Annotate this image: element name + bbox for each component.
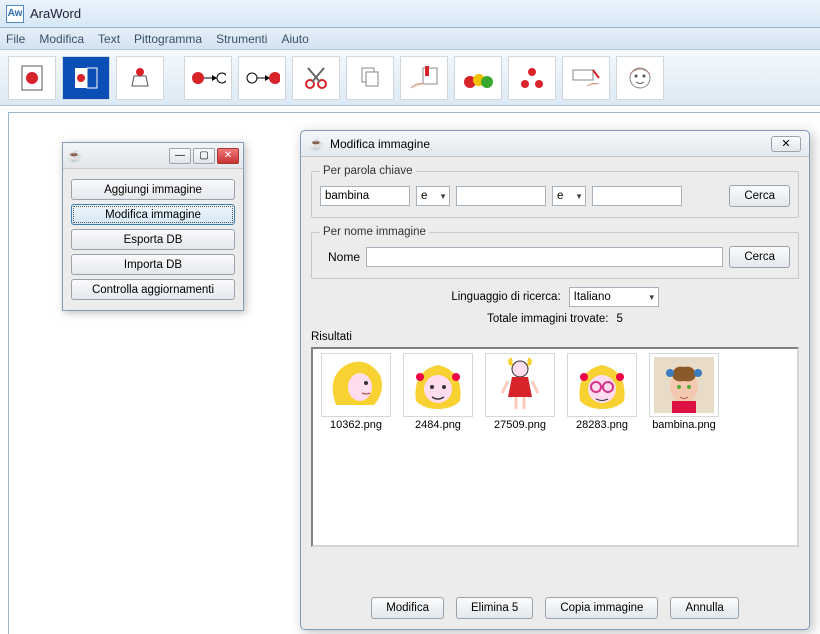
- result-item[interactable]: 27509.png: [481, 353, 559, 431]
- results-label: Risultati: [311, 331, 799, 343]
- toolbar-btn-face[interactable]: [616, 56, 664, 100]
- titlebar: Aw AraWord: [0, 0, 820, 28]
- export-db-button[interactable]: Esporta DB: [71, 229, 235, 250]
- girl-body-icon: [485, 353, 555, 417]
- modify-button[interactable]: Modifica: [371, 597, 444, 619]
- copy-image-button[interactable]: Copia immagine: [545, 597, 658, 619]
- name-search-group: Per nome immagine Nome Cerca: [311, 226, 799, 279]
- app-title: AraWord: [30, 6, 81, 21]
- dialog-title: Modifica immagine: [330, 137, 430, 151]
- keyword-search-button[interactable]: Cerca: [729, 185, 790, 207]
- keyword-field-2[interactable]: [456, 186, 546, 206]
- total-value: 5: [617, 313, 623, 325]
- results-grid[interactable]: 10362.png 2484.png 27509.png 28283.png b…: [311, 347, 799, 547]
- keyword-field-1[interactable]: [320, 186, 410, 206]
- keyword-field-3[interactable]: [592, 186, 682, 206]
- result-item[interactable]: 2484.png: [399, 353, 477, 431]
- panel-maximize-button[interactable]: ▢: [193, 148, 215, 164]
- keyword-op-2[interactable]: e: [552, 186, 586, 206]
- toolbar-btn-write[interactable]: [562, 56, 610, 100]
- girl-profile-icon: [321, 353, 391, 417]
- menu-pittogramma[interactable]: Pittogramma: [134, 32, 202, 46]
- panel-minimize-button[interactable]: —: [169, 148, 191, 164]
- girl-face-icon: [403, 353, 473, 417]
- toolbar-btn-4[interactable]: [184, 56, 232, 100]
- check-updates-button[interactable]: Controlla aggiornamenti: [71, 279, 235, 300]
- panel-titlebar: ☕ — ▢ ✕: [63, 143, 243, 169]
- result-item[interactable]: bambina.png: [645, 353, 723, 431]
- import-db-button[interactable]: Importa DB: [71, 254, 235, 275]
- keyword-search-group: Per parola chiave e e Cerca: [311, 165, 799, 218]
- toolbar-btn-apple-grid[interactable]: [508, 56, 556, 100]
- menu-strumenti[interactable]: Strumenti: [216, 32, 267, 46]
- menu-file[interactable]: File: [6, 32, 25, 46]
- girl-glasses-icon: [567, 353, 637, 417]
- toolbar-btn-copy[interactable]: [346, 56, 394, 100]
- result-caption: 27509.png: [494, 419, 546, 431]
- toolbar-btn-paste[interactable]: [400, 56, 448, 100]
- name-field[interactable]: [366, 247, 723, 267]
- result-caption: 10362.png: [330, 419, 382, 431]
- language-label: Linguaggio di ricerca:: [451, 291, 560, 303]
- panel-close-button[interactable]: ✕: [217, 148, 239, 164]
- delete-button[interactable]: Elimina 5: [456, 597, 533, 619]
- name-legend: Per nome immagine: [320, 226, 429, 238]
- result-item[interactable]: 10362.png: [317, 353, 395, 431]
- dialog-close-button[interactable]: ✕: [771, 136, 801, 152]
- app-logo-icon: Aw: [6, 5, 24, 23]
- dialog-titlebar: ☕ Modifica immagine ✕: [301, 131, 809, 157]
- menubar: File Modifica Text Pittogramma Strumenti…: [0, 28, 820, 50]
- menu-aiuto[interactable]: Aiuto: [281, 32, 308, 46]
- toolbar-btn-apples[interactable]: [454, 56, 502, 100]
- modify-image-button[interactable]: Modifica immagine: [71, 204, 235, 225]
- image-db-panel: ☕ — ▢ ✕ Aggiungi immagine Modifica immag…: [62, 142, 244, 311]
- total-label: Totale immagini trovate:: [487, 313, 608, 325]
- menu-text[interactable]: Text: [98, 32, 120, 46]
- java-icon: ☕: [67, 149, 82, 163]
- result-caption: bambina.png: [652, 419, 716, 431]
- result-caption: 2484.png: [415, 419, 461, 431]
- keyword-legend: Per parola chiave: [320, 165, 416, 177]
- girl-photo-icon: [649, 353, 719, 417]
- java-icon: ☕: [309, 137, 324, 151]
- add-image-button[interactable]: Aggiungi immagine: [71, 179, 235, 200]
- result-caption: 28283.png: [576, 419, 628, 431]
- name-label: Nome: [320, 250, 360, 264]
- language-select[interactable]: Italiano: [569, 287, 659, 307]
- name-search-button[interactable]: Cerca: [729, 246, 790, 268]
- modify-image-dialog: ☕ Modifica immagine ✕ Per parola chiave …: [300, 130, 810, 630]
- toolbar-btn-scissors[interactable]: [292, 56, 340, 100]
- toolbar-btn-5[interactable]: [238, 56, 286, 100]
- toolbar-btn-1[interactable]: [8, 56, 56, 100]
- toolbar-btn-2[interactable]: [62, 56, 110, 100]
- toolbar: [0, 50, 820, 106]
- toolbar-btn-3[interactable]: [116, 56, 164, 100]
- keyword-op-1[interactable]: e: [416, 186, 450, 206]
- menu-modifica[interactable]: Modifica: [39, 32, 84, 46]
- result-item[interactable]: 28283.png: [563, 353, 641, 431]
- cancel-button[interactable]: Annulla: [670, 597, 738, 619]
